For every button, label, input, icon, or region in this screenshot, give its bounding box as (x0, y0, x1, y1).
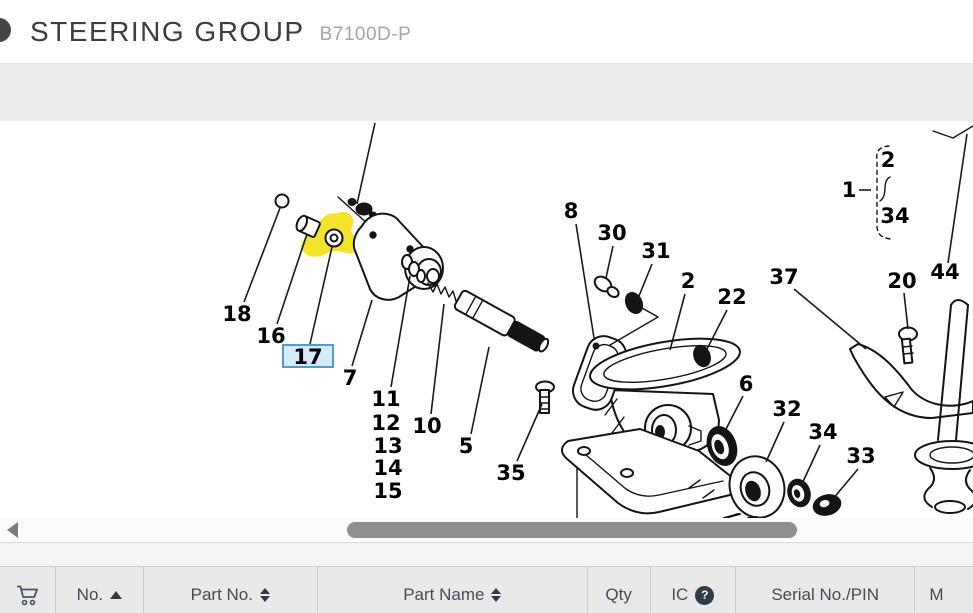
column-header-part-name[interactable]: Part Name (317, 567, 587, 613)
leader-line-8 (576, 224, 594, 338)
part-label-35[interactable]: 35 (496, 461, 525, 485)
exploded-view-drawing: 1816711121314151053583031222376323433123… (0, 121, 973, 518)
part-label-20[interactable]: 20 (887, 269, 916, 293)
part-cap-31 (622, 290, 646, 317)
leader-line-5 (471, 347, 489, 434)
part-nut-33 (811, 492, 843, 518)
leader-line-20 (904, 293, 908, 329)
sort-both-icon (491, 588, 501, 602)
scrollbar-thumb[interactable] (347, 522, 797, 538)
part-label-15[interactable]: 15 (373, 479, 402, 503)
part-bushing-16 (294, 214, 320, 237)
part-label-33[interactable]: 33 (846, 444, 875, 468)
column-header-memo[interactable]: M (914, 567, 973, 613)
column-header-no[interactable]: No. (55, 567, 142, 613)
part-bolt-35 (536, 382, 554, 414)
model-code: B7100D-P (320, 17, 412, 46)
part-worm-shaft-5 (453, 289, 551, 356)
zoom-toolbar: HQ (0, 64, 973, 122)
part-label-12[interactable]: 12 (371, 411, 400, 435)
part-label-8[interactable]: 8 (564, 199, 579, 223)
part-label-34[interactable]: 34 (880, 204, 909, 228)
parts-diagram: 1816711121314151053583031222376323433123… (0, 121, 973, 518)
part-label-22[interactable]: 22 (717, 285, 746, 309)
partial-circle-icon[interactable] (0, 18, 11, 42)
help-icon[interactable]: ? (695, 586, 714, 605)
leader-line-44 (948, 134, 967, 263)
page-title: STEERING GROUP (30, 16, 305, 48)
leader-line-10 (431, 304, 444, 414)
part-label-11[interactable]: 11 (371, 387, 400, 411)
parts-table-header: No. Part No. Part Name Qty IC ? Serial N… (0, 566, 973, 613)
divider-band (0, 542, 973, 567)
column-header-part-no[interactable]: Part No. (143, 567, 318, 613)
part-label-14[interactable]: 14 (373, 456, 402, 480)
part-label-37[interactable]: 37 (769, 265, 798, 289)
part-label-7[interactable]: 7 (343, 366, 358, 390)
selected-part-callout[interactable]: 17 (283, 247, 333, 369)
cart-icon (16, 584, 40, 606)
part-label-31[interactable]: 31 (641, 239, 670, 263)
part-steering-column-44 (915, 126, 973, 513)
leader-line-35 (517, 404, 542, 461)
part-label-13[interactable]: 13 (373, 434, 402, 458)
part-washer-34 (784, 476, 814, 509)
part-label-34[interactable]: 34 (808, 420, 837, 444)
part-nut-17 (326, 230, 343, 247)
part-bolt-20 (899, 328, 917, 364)
leader-line-16 (277, 234, 307, 324)
sort-ascending-icon (110, 591, 122, 599)
leader-line-32 (766, 422, 784, 462)
leader-line-33 (832, 469, 858, 500)
column-label: M (929, 585, 943, 605)
column-label: Qty (605, 585, 631, 605)
page-header: STEERING GROUP B7100D-P (0, 0, 973, 64)
part-label-2[interactable]: 2 (881, 148, 896, 172)
sort-both-icon (260, 588, 270, 602)
column-label: IC (671, 585, 688, 605)
part-label-30[interactable]: 30 (597, 221, 626, 245)
column-label: Part No. (191, 585, 253, 605)
part-label-32[interactable]: 32 (772, 397, 801, 421)
part-label-10[interactable]: 10 (412, 414, 441, 438)
part-label-16[interactable]: 16 (256, 324, 285, 348)
column-label: No. (77, 585, 103, 605)
leader-line-37 (794, 289, 866, 349)
leader-line-31 (639, 264, 652, 296)
leader-line-18 (244, 208, 280, 302)
column-header-cart[interactable] (0, 567, 55, 613)
part-label-5[interactable]: 5 (459, 434, 474, 458)
column-header-serial[interactable]: Serial No./PIN (735, 567, 914, 613)
column-label: Serial No./PIN (771, 585, 879, 605)
selected-part-label[interactable]: 17 (293, 345, 322, 369)
leader-line-30 (606, 246, 613, 278)
part-label-6[interactable]: 6 (739, 372, 754, 396)
leader-line-34 (801, 445, 820, 486)
scroll-left-arrow-icon[interactable] (7, 522, 18, 538)
column-label: Part Name (403, 585, 484, 605)
part-label-18[interactable]: 18 (222, 302, 251, 326)
part-label-44[interactable]: 44 (930, 260, 959, 284)
leader-line-7 (352, 300, 372, 366)
part-label-2[interactable]: 2 (681, 269, 696, 293)
part-label-1[interactable]: 1 (842, 178, 857, 202)
leader-line-6 (725, 396, 743, 431)
part-ball-18 (276, 195, 289, 208)
horizontal-scrollbar[interactable] (0, 518, 973, 542)
column-header-qty[interactable]: Qty (587, 567, 650, 613)
column-header-ic[interactable]: IC ? (650, 567, 735, 613)
